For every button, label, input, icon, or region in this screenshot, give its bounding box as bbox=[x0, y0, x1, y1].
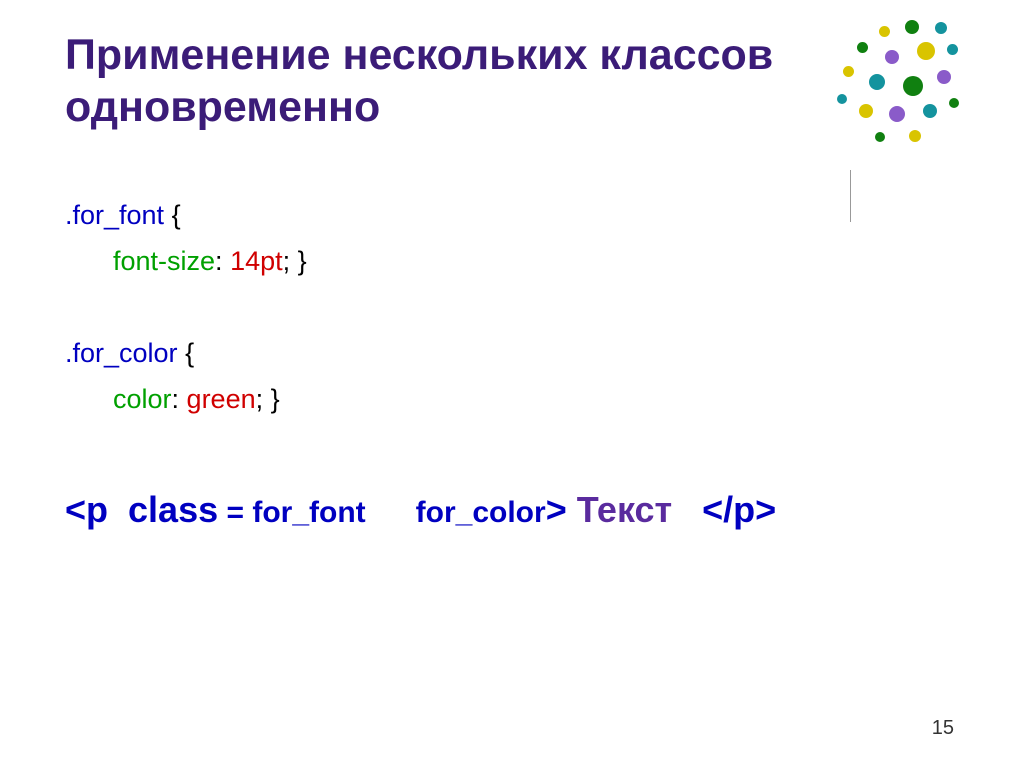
dots-decoration bbox=[829, 20, 969, 150]
rule-end: ; } bbox=[283, 246, 307, 276]
css-rule-1-body: font-size: 14pt; } bbox=[65, 239, 959, 285]
decoration-dot bbox=[903, 76, 923, 96]
decoration-dot bbox=[947, 44, 958, 55]
tag-name: p bbox=[86, 489, 128, 530]
decoration-dot bbox=[937, 70, 951, 84]
decoration-dot bbox=[879, 26, 890, 37]
decoration-dot bbox=[875, 132, 885, 142]
css-rule-1-selector: .for_font { bbox=[65, 193, 959, 239]
decoration-dot bbox=[857, 42, 868, 53]
decoration-dot bbox=[859, 104, 873, 118]
property: font-size bbox=[113, 246, 215, 276]
css-rule-2-selector: .for_color { bbox=[65, 331, 959, 377]
colon: : bbox=[172, 384, 187, 414]
content-body: .for_font { font-size: 14pt; } .for_colo… bbox=[65, 193, 959, 540]
decoration-dot bbox=[917, 42, 935, 60]
decoration-dot bbox=[843, 66, 854, 77]
decoration-dot bbox=[885, 50, 899, 64]
slide: Применение нескольких классов одновремен… bbox=[0, 0, 1024, 768]
attr-val-1: for_font bbox=[252, 496, 415, 529]
decoration-dot bbox=[909, 130, 921, 142]
close-tag: </p> bbox=[702, 489, 776, 530]
decoration-dot bbox=[889, 106, 905, 122]
equals: = bbox=[218, 496, 252, 529]
decoration-dot bbox=[935, 22, 947, 34]
rule-end: ; } bbox=[256, 384, 280, 414]
css-rule-2-body: color: green; } bbox=[65, 377, 959, 423]
page-number: 15 bbox=[932, 717, 954, 740]
attr-val-2: for_color bbox=[416, 496, 546, 529]
property: color bbox=[113, 384, 172, 414]
selector-text: .for_font bbox=[65, 200, 164, 230]
spacer bbox=[65, 285, 959, 331]
divider bbox=[850, 170, 851, 222]
header: Применение нескольких классов одновремен… bbox=[65, 30, 959, 133]
spacer bbox=[65, 423, 959, 469]
decoration-dot bbox=[923, 104, 937, 118]
attr-name: class bbox=[128, 489, 218, 530]
slide-title: Применение нескольких классов одновремен… bbox=[65, 30, 959, 133]
value: green bbox=[187, 384, 256, 414]
colon: : bbox=[215, 246, 230, 276]
value: 14pt bbox=[230, 246, 283, 276]
brace-open: { bbox=[178, 338, 195, 368]
decoration-dot bbox=[949, 98, 959, 108]
brace-open: { bbox=[164, 200, 181, 230]
decoration-dot bbox=[905, 20, 919, 34]
html-example: <p class = for_font for_color> Текст </p… bbox=[65, 479, 959, 540]
decoration-dot bbox=[869, 74, 885, 90]
decoration-dot bbox=[837, 94, 847, 104]
angle-bracket: < bbox=[65, 489, 86, 530]
element-text: Текст bbox=[577, 489, 702, 530]
angle-bracket: > bbox=[546, 489, 577, 530]
selector-text: .for_color bbox=[65, 338, 178, 368]
